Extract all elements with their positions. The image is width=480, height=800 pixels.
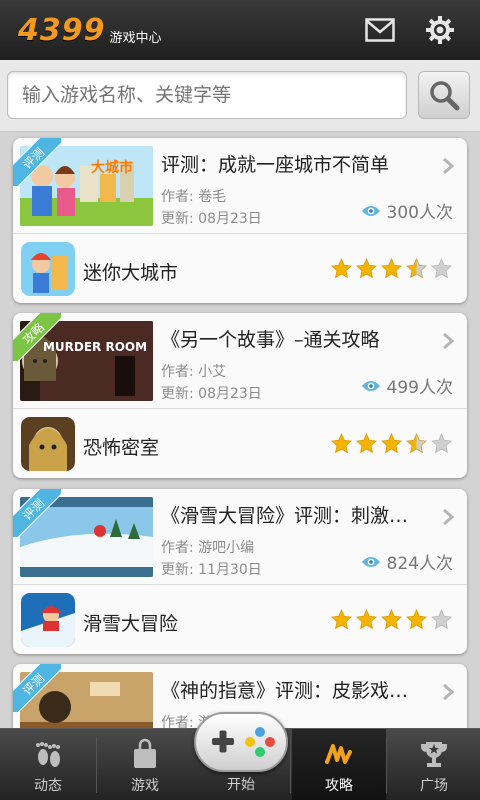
app-logo-subtitle: 游戏中心 bbox=[109, 30, 162, 46]
eye-icon bbox=[361, 380, 380, 391]
search-icon bbox=[430, 81, 460, 111]
app-icon[interactable] bbox=[21, 242, 75, 296]
shopping-bag-icon bbox=[128, 737, 162, 771]
chevron-right-icon bbox=[443, 332, 455, 350]
nav-label-games: 游戏 bbox=[131, 778, 159, 794]
nav-separator bbox=[290, 737, 291, 793]
chevron-right-icon bbox=[443, 683, 455, 701]
article-updated: 更新: 08月23日 bbox=[161, 211, 262, 227]
app-name[interactable]: 恐怖密室 bbox=[83, 433, 159, 460]
star-icon bbox=[381, 258, 402, 283]
chevron-right-icon bbox=[443, 157, 455, 175]
app-header: 4399 游戏中心 bbox=[0, 0, 480, 60]
search-button[interactable] bbox=[418, 71, 470, 119]
nav-item-dynamic[interactable]: 动态 bbox=[0, 729, 96, 800]
category-ribbon-label: 攻略 bbox=[13, 313, 61, 361]
star-icon bbox=[431, 609, 452, 634]
card-divider bbox=[13, 233, 467, 234]
category-ribbon-label: 评测 bbox=[13, 138, 61, 186]
category-ribbon-label: 评测 bbox=[13, 489, 61, 537]
article-updated: 更新: 11月30日 bbox=[161, 562, 262, 578]
app-icon[interactable] bbox=[21, 593, 75, 647]
article-title[interactable]: 《另一个故事》–通关攻略 bbox=[161, 325, 433, 352]
nav-item-plaza[interactable]: 广场 bbox=[388, 729, 480, 800]
article-title[interactable]: 《滑雪大冒险》评测：刺激… bbox=[161, 501, 433, 528]
category-ribbon: 评测 bbox=[13, 664, 61, 712]
star-icon bbox=[406, 609, 427, 634]
article-header[interactable]: 大城市 评测 评测：成就一座城市不简单 作者: 卷毛 更新: 08月23日 30… bbox=[13, 138, 467, 233]
view-count: 300人次 bbox=[361, 198, 453, 223]
rating-stars bbox=[331, 258, 452, 283]
star-icon bbox=[331, 433, 352, 458]
star-icon bbox=[406, 433, 427, 458]
star-icon bbox=[381, 433, 402, 458]
card-divider bbox=[13, 408, 467, 409]
app-name[interactable]: 迷你大城市 bbox=[83, 258, 178, 285]
star-icon bbox=[356, 609, 377, 634]
article-author: 作者: 小艾 bbox=[161, 364, 227, 380]
eye-icon bbox=[361, 205, 380, 216]
article-title[interactable]: 《神的指意》评测：皮影戏… bbox=[161, 676, 433, 703]
nav-item-strategy[interactable]: 攻略 bbox=[292, 729, 386, 800]
app-icon[interactable] bbox=[21, 417, 75, 471]
category-ribbon-label: 评测 bbox=[13, 664, 61, 712]
star-icon bbox=[331, 609, 352, 634]
article-author: 作者: 游吧小编 bbox=[161, 540, 255, 556]
star-icon bbox=[431, 258, 452, 283]
article-card[interactable]: 评测 《滑雪大冒险》评测：刺激… 作者: 游吧小编 更新: 11月30日 824… bbox=[13, 489, 467, 654]
article-header[interactable]: 评测 《滑雪大冒险》评测：刺激… 作者: 游吧小编 更新: 11月30日 824… bbox=[13, 489, 467, 584]
category-ribbon: 评测 bbox=[13, 138, 61, 186]
trophy-icon bbox=[417, 737, 451, 771]
rating-stars bbox=[331, 433, 452, 458]
search-input[interactable] bbox=[7, 71, 407, 119]
nav-label-strategy: 攻略 bbox=[325, 778, 353, 794]
star-icon bbox=[356, 258, 377, 283]
nav-label-plaza: 广场 bbox=[420, 778, 448, 794]
view-count-text: 300人次 bbox=[386, 203, 453, 223]
article-card[interactable]: MURDER ROOM 攻略 《另一个故事》–通关攻略 作者: 小艾 更新: 0… bbox=[13, 313, 467, 478]
view-count-text: 824人次 bbox=[386, 554, 453, 574]
app-logo: 4399 bbox=[18, 12, 106, 48]
article-author: 作者: 卷毛 bbox=[161, 189, 227, 205]
app-name[interactable]: 滑雪大冒险 bbox=[83, 609, 178, 636]
search-bar bbox=[0, 60, 480, 132]
gamepad-icon bbox=[194, 712, 288, 772]
view-count: 824人次 bbox=[361, 549, 453, 574]
nav-separator bbox=[96, 737, 97, 793]
footprints-icon bbox=[31, 737, 65, 771]
article-card[interactable]: 大城市 评测 评测：成就一座城市不简单 作者: 卷毛 更新: 08月23日 30… bbox=[13, 138, 467, 303]
article-list[interactable]: 大城市 评测 评测：成就一座城市不简单 作者: 卷毛 更新: 08月23日 30… bbox=[0, 132, 480, 728]
star-icon bbox=[431, 433, 452, 458]
category-ribbon: 攻略 bbox=[13, 313, 61, 361]
article-title[interactable]: 评测：成就一座城市不简单 bbox=[161, 150, 433, 177]
star-icon bbox=[406, 258, 427, 283]
strategy-icon bbox=[322, 737, 356, 771]
category-ribbon: 评测 bbox=[13, 489, 61, 537]
star-icon bbox=[356, 433, 377, 458]
rating-stars bbox=[331, 609, 452, 634]
nav-label-start: 开始 bbox=[227, 777, 255, 793]
card-divider bbox=[13, 584, 467, 585]
view-count-text: 499人次 bbox=[386, 378, 453, 398]
nav-item-start[interactable]: 开始 bbox=[194, 712, 288, 800]
nav-separator bbox=[386, 737, 387, 793]
view-count: 499人次 bbox=[361, 373, 453, 398]
article-updated: 更新: 08月23日 bbox=[161, 386, 262, 402]
mail-icon[interactable] bbox=[364, 14, 396, 46]
gear-icon[interactable] bbox=[424, 14, 456, 46]
article-header[interactable]: MURDER ROOM 攻略 《另一个故事》–通关攻略 作者: 小艾 更新: 0… bbox=[13, 313, 467, 408]
eye-icon bbox=[361, 556, 380, 567]
star-icon bbox=[331, 258, 352, 283]
svg-text:大城市: 大城市 bbox=[91, 159, 133, 176]
chevron-right-icon bbox=[443, 508, 455, 526]
star-icon bbox=[381, 609, 402, 634]
nav-label-dynamic: 动态 bbox=[34, 778, 62, 794]
nav-item-games[interactable]: 游戏 bbox=[98, 729, 192, 800]
